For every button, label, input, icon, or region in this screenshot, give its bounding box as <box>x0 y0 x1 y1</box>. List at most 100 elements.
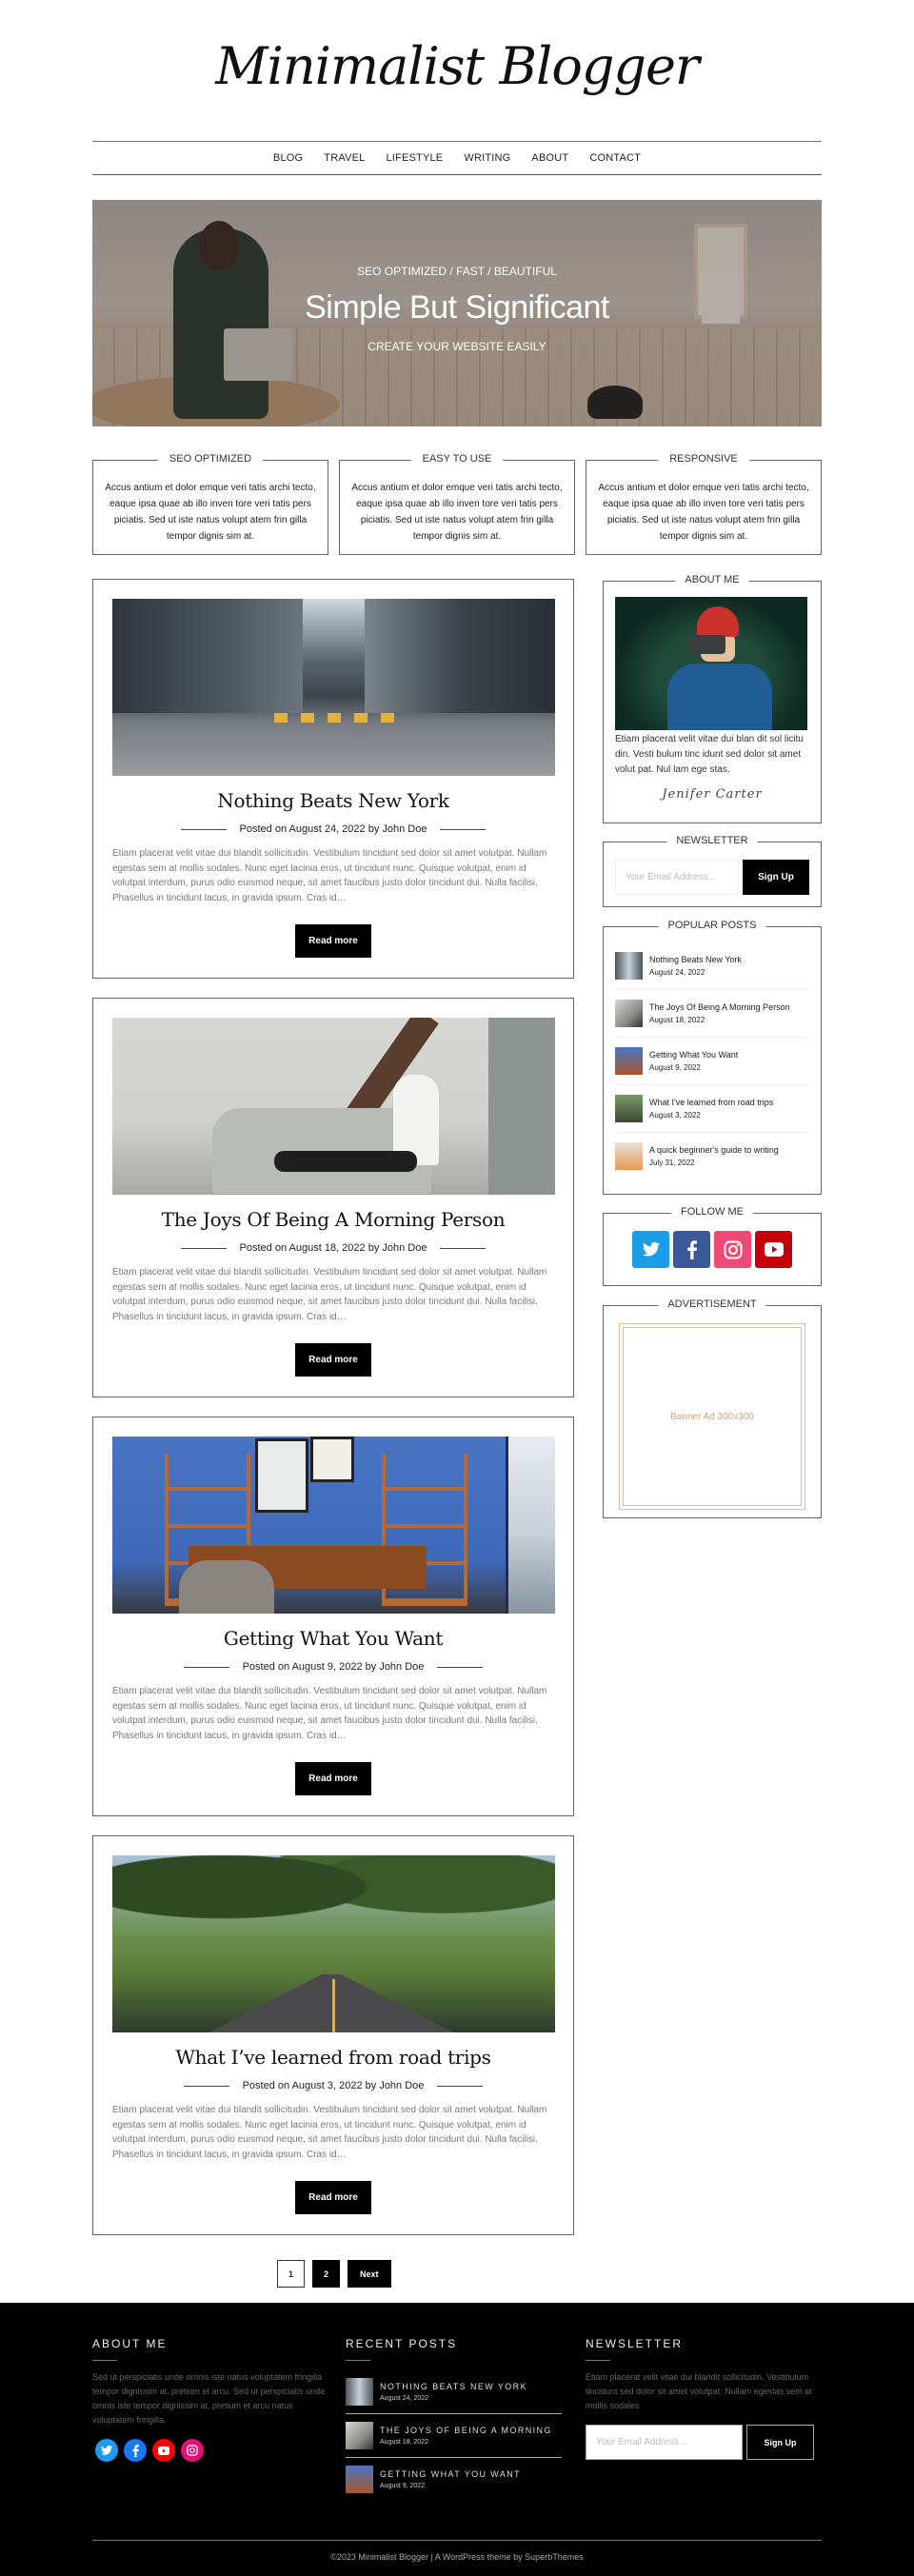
banner-ad-label: Banner Ad 300x300 <box>623 1327 802 1506</box>
instagram-button[interactable] <box>714 1231 751 1268</box>
popular-post-item[interactable]: Nothing Beats New York August 24, 2022 <box>615 942 809 990</box>
nav-blog[interactable]: BLOG <box>263 152 313 164</box>
popular-post-item[interactable]: The Joys Of Being A Morning Person August… <box>615 990 809 1038</box>
youtube-icon <box>158 2446 169 2455</box>
popular-post-date: August 3, 2022 <box>649 1110 701 1120</box>
title-underline <box>92 2360 117 2361</box>
youtube-button[interactable] <box>755 1231 792 1268</box>
footer-newsletter-title: NEWSLETTER <box>586 2337 684 2350</box>
post-card: Nothing Beats New York Posted on August … <box>92 579 574 979</box>
title-underline <box>346 2360 370 2361</box>
meta-divider <box>437 2085 484 2087</box>
post-meta-text: Posted on August 24, 2022 by John Doe <box>239 823 427 835</box>
footer-divider <box>92 2540 822 2541</box>
nav-about[interactable]: ABOUT <box>521 152 579 164</box>
popular-post-title[interactable]: A quick beginner's guide to writing <box>649 1144 779 1157</box>
facebook-button[interactable] <box>673 1231 710 1268</box>
post-title[interactable]: Getting What You Want <box>112 1627 554 1650</box>
footer-recent-title: RECENT POSTS <box>346 2337 458 2350</box>
footer-instagram-button[interactable] <box>181 2439 204 2462</box>
popular-post-item[interactable]: Getting What You Want August 9, 2022 <box>615 1038 809 1085</box>
footer-twitter-button[interactable] <box>95 2439 118 2462</box>
recent-post-title[interactable]: NOTHING BEATS NEW YORK <box>380 2380 527 2393</box>
popular-posts-widget: POPULAR POSTS Nothing Beats New York Augu… <box>603 920 822 1195</box>
feature-title: RESPONSIVE <box>658 453 749 465</box>
post-thumbnail-woman-on-sofa[interactable] <box>112 1018 555 1195</box>
post-card: The Joys Of Being A Morning Person Poste… <box>92 998 574 1397</box>
widget-title: ADVERTISEMENT <box>658 1298 766 1310</box>
popular-post-thumbnail[interactable] <box>615 1000 643 1027</box>
recent-post-thumbnail[interactable] <box>346 2466 373 2493</box>
read-more-button[interactable]: Read more <box>295 1343 371 1377</box>
nav-contact[interactable]: CONTACT <box>579 152 651 164</box>
recent-post-item[interactable]: GETTING WHAT YOU WANT August 9, 2022 <box>346 2458 562 2501</box>
popular-post-thumbnail[interactable] <box>615 1095 643 1122</box>
body <box>667 664 772 730</box>
footer-signup-button[interactable]: Sign Up <box>746 2425 814 2460</box>
nav-lifestyle[interactable]: LIFESTYLE <box>375 152 453 164</box>
popular-post-thumbnail[interactable] <box>615 952 643 980</box>
newsletter-signup-button[interactable]: Sign Up <box>743 860 809 895</box>
recent-post-item[interactable]: THE JOYS OF BEING A MORNING August 18, 20… <box>346 2414 562 2458</box>
widget-title: NEWSLETTER <box>666 835 758 846</box>
post-meta: Posted on August 9, 2022 by John Doe <box>112 1661 554 1673</box>
popular-post-thumbnail[interactable] <box>615 1142 643 1170</box>
popular-post-thumbnail[interactable] <box>615 1047 643 1075</box>
popular-post-item[interactable]: A quick beginner's guide to writing July … <box>615 1133 809 1179</box>
nav-writing[interactable]: WRITING <box>453 152 521 164</box>
site-title[interactable]: Minimalist Blogger <box>0 29 914 105</box>
recent-post-title[interactable]: GETTING WHAT YOU WANT <box>380 2467 521 2481</box>
page-2-button[interactable]: 2 <box>312 2260 340 2288</box>
chair <box>179 1560 274 1614</box>
recent-post-thumbnail[interactable] <box>346 2422 373 2449</box>
taxis <box>274 713 407 723</box>
post-title[interactable]: What I’ve learned from road trips <box>112 2046 554 2069</box>
post-title[interactable]: Nothing Beats New York <box>112 789 554 812</box>
meta-divider <box>180 828 227 830</box>
footer-about-title: ABOUT ME <box>92 2337 168 2350</box>
meta-divider <box>440 828 487 830</box>
feature-box: RESPONSIVE Accus antium et dolor emque v… <box>586 453 822 555</box>
post-thumbnail-home-office[interactable] <box>112 1437 555 1614</box>
post-thumbnail-tree-lined-road[interactable] <box>112 1855 555 2032</box>
post-excerpt: Etiam placerat velit vitae dui blandit s… <box>112 2105 547 2160</box>
follow-widget: FOLLOW ME <box>603 1206 822 1286</box>
popular-post-date: August 18, 2022 <box>649 1015 705 1024</box>
legs <box>274 1151 417 1172</box>
stripe <box>332 1979 335 2032</box>
footer-youtube-button[interactable] <box>152 2439 175 2462</box>
meta-divider <box>440 1247 487 1249</box>
twitter-button[interactable] <box>632 1231 669 1268</box>
footer-email-input[interactable] <box>586 2425 743 2460</box>
read-more-button[interactable]: Read more <box>295 2181 371 2214</box>
footer-recent-posts: RECENT POSTS NOTHING BEATS NEW YORK Augus… <box>346 2337 565 2501</box>
banner-ad[interactable]: Banner Ad 300x300 <box>619 1323 805 1510</box>
road <box>208 1974 455 2032</box>
read-more-button[interactable]: Read more <box>295 1762 371 1795</box>
popular-post-title[interactable]: Nothing Beats New York <box>649 954 742 966</box>
footer-newsletter-form: Sign Up <box>586 2425 824 2460</box>
feature-text: Accus antium et dolor emque veri tatis a… <box>351 483 563 542</box>
facebook-icon <box>686 1239 697 1259</box>
popular-post-title[interactable]: Getting What You Want <box>649 1049 738 1061</box>
post-title[interactable]: The Joys Of Being A Morning Person <box>112 1208 554 1231</box>
recent-post-item[interactable]: NOTHING BEATS NEW YORK August 24, 2022 <box>346 2370 562 2414</box>
site-footer: ABOUT ME Sed ut perspiciatis unde omnis … <box>0 2303 914 2576</box>
next-page-button[interactable]: Next <box>348 2260 391 2288</box>
hero-text: SEO OPTIMIZED / FAST / BEAUTIFUL Simple … <box>92 200 822 426</box>
page-1-button[interactable]: 1 <box>277 2260 305 2288</box>
footer-facebook-button[interactable] <box>124 2439 147 2462</box>
recent-post-date: August 9, 2022 <box>380 2482 426 2489</box>
post-thumbnail-city-street[interactable] <box>112 599 555 776</box>
recent-post-title[interactable]: THE JOYS OF BEING A MORNING <box>380 2424 552 2437</box>
read-more-button[interactable]: Read more <box>295 924 371 958</box>
footer-copyright: ©2023 Minimalist Blogger | A WordPress t… <box>330 2552 584 2562</box>
feature-title: SEO OPTIMIZED <box>157 453 264 465</box>
popular-post-item[interactable]: What I've learned from road trips August … <box>615 1085 809 1133</box>
nav-travel[interactable]: TRAVEL <box>313 152 375 164</box>
newsletter-email-input[interactable] <box>615 860 739 895</box>
recent-post-thumbnail[interactable] <box>346 2378 373 2406</box>
popular-post-title[interactable]: The Joys Of Being A Morning Person <box>649 1001 790 1014</box>
advertisement-widget: ADVERTISEMENT Banner Ad 300x300 <box>603 1298 822 1518</box>
popular-post-title[interactable]: What I've learned from road trips <box>649 1097 773 1109</box>
